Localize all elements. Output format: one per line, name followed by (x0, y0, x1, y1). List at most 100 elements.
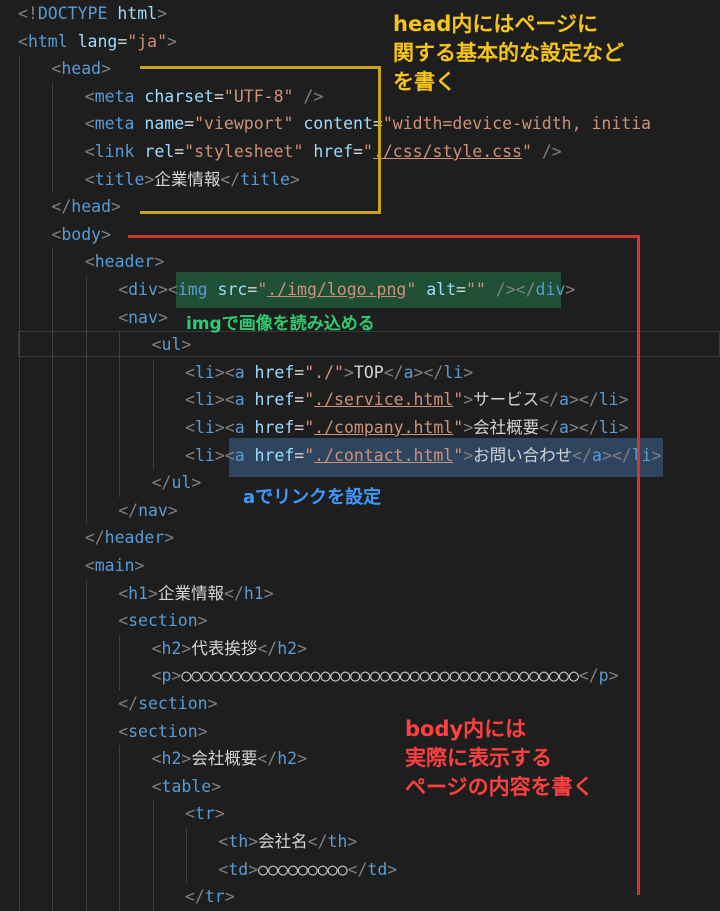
indent-guide (85, 414, 87, 442)
code-token: > (211, 776, 222, 796)
code-token: li (598, 390, 619, 410)
code-token: h2 (161, 638, 182, 658)
code-token: < (84, 142, 95, 161)
indent-guide (85, 690, 87, 718)
code-token: li (194, 418, 215, 437)
indent-guide (85, 772, 87, 801)
code-token: > (167, 31, 177, 51)
code-token: alt (416, 280, 457, 299)
indent-guide (52, 331, 54, 359)
code-token: < (118, 583, 129, 603)
indent-guide (19, 303, 20, 332)
code-token: < (218, 859, 229, 879)
code-token: < (51, 59, 62, 79)
indent-guide (52, 772, 54, 801)
code-token: < (151, 776, 162, 796)
code-token: > (154, 252, 165, 272)
code-token: = (294, 362, 305, 382)
indent-guide (85, 717, 87, 746)
code-token: "ja" (127, 31, 168, 51)
code-token: > (167, 500, 178, 520)
code-token: > (651, 445, 662, 465)
code-token: " (304, 390, 315, 410)
code-line: <table> (152, 773, 222, 801)
code-token: a (234, 418, 245, 437)
code-token: > (463, 445, 474, 465)
indent-guide (119, 386, 121, 414)
code-token: > (181, 638, 192, 658)
indent-guide (19, 386, 20, 414)
indent-guide (52, 386, 54, 414)
code-token: > (111, 197, 121, 217)
code-token: li (194, 445, 215, 465)
code-token: img (177, 280, 208, 299)
indent-guide (119, 469, 121, 497)
code-token: a (403, 362, 414, 382)
code-token: link (94, 142, 135, 161)
code-line: <!DOCTYPE html> (18, 0, 167, 28)
indent-guide (19, 552, 20, 580)
code-token: title (94, 169, 145, 189)
code-token: = (294, 418, 305, 437)
code-token: < (185, 445, 195, 465)
code-token: td (367, 859, 388, 879)
head-annotation: head内にはページに 関する基本的な設定など を書く (393, 12, 624, 94)
code-line: <li><a href="./contact.html">お問い合わせ</a><… (185, 442, 662, 470)
indent-guide (152, 828, 154, 856)
code-token: </ (307, 832, 328, 851)
code-token: header (94, 252, 155, 272)
indent-guide (52, 579, 54, 608)
code-token: > (297, 749, 308, 769)
indent-guide (85, 745, 87, 773)
code-token: "" (465, 280, 486, 299)
indent-guide (19, 469, 20, 497)
code-token: head (71, 197, 112, 217)
code-token: </ (347, 859, 368, 879)
code-token: </ (578, 390, 599, 410)
code-line: <head> (51, 55, 111, 83)
code-token: > (601, 445, 612, 465)
code-token: 会社名 (258, 832, 308, 851)
code-token: </ (84, 528, 105, 548)
code-line: <td>○○○○○○○○○</td> (218, 856, 397, 884)
indent-guide (19, 883, 20, 911)
indent-guide (85, 441, 87, 470)
code-token: > (164, 528, 175, 548)
code-token: < (118, 280, 129, 299)
code-token: meta (94, 114, 135, 134)
code-token: href (244, 445, 295, 465)
indent-guide (52, 524, 54, 552)
code-token: 代表挨拶 (191, 638, 258, 658)
indent-guide (52, 82, 54, 111)
indent-guide (52, 276, 54, 304)
indent-guide (52, 717, 54, 746)
indent-guide (85, 496, 87, 525)
code-editor[interactable]: <!DOCTYPE html> <html lang="ja"> <head> <me… (0, 0, 720, 911)
indent-guide (52, 165, 54, 194)
code-token: </ (611, 445, 632, 465)
code-line: </header> (85, 524, 174, 552)
indent-guide (85, 634, 87, 663)
indent-guide (52, 110, 54, 138)
code-token: > (157, 280, 168, 299)
code-token: < (224, 418, 235, 437)
code-line: <tr> (185, 800, 225, 828)
body-annotation: body内には 実際に表示する ページの内容を書く (405, 717, 594, 799)
code-token: > (148, 583, 158, 603)
code-token: < (118, 721, 129, 741)
indent-guide (119, 358, 121, 387)
indent-guide (119, 772, 121, 801)
indent-guide (119, 414, 121, 442)
indent-guide (19, 745, 20, 773)
indent-guide (19, 662, 20, 690)
code-token: table (161, 776, 212, 796)
code-token: ul (161, 335, 182, 355)
indent-guide (85, 855, 87, 884)
indent-guide (85, 662, 87, 690)
code-token: 会社概要 (473, 418, 540, 437)
indent-guide (19, 717, 20, 746)
code-token: 企業情報 (157, 583, 224, 603)
code-token: meta (94, 86, 135, 106)
code-token: div (535, 280, 566, 299)
code-line: <body> (51, 221, 111, 249)
